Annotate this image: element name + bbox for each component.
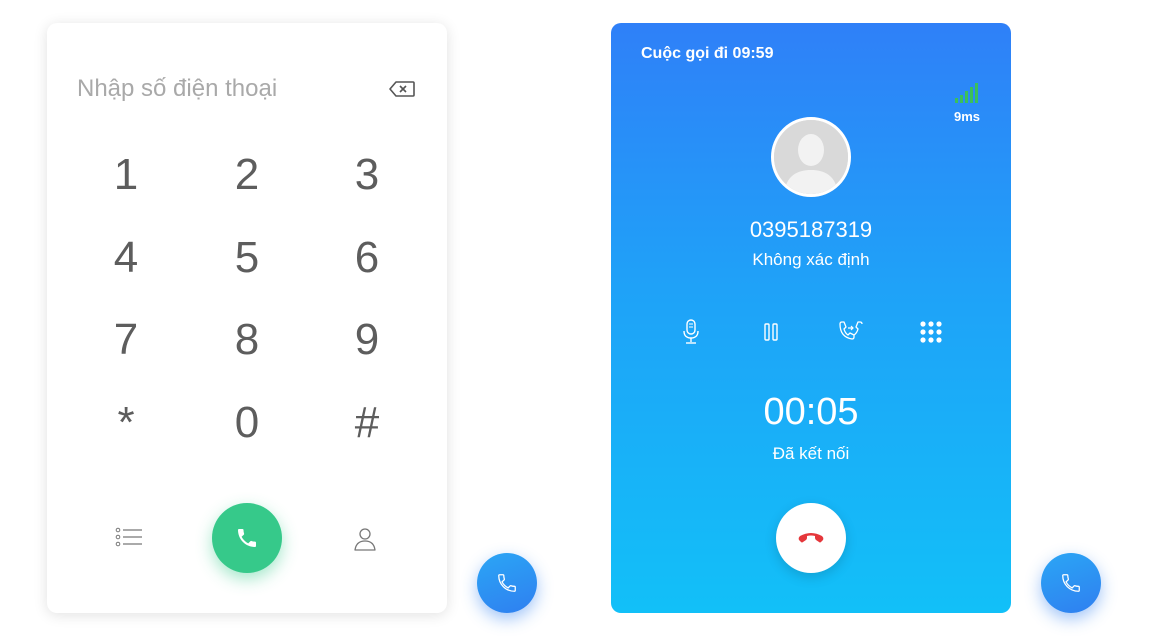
pause-icon[interactable] xyxy=(758,319,784,345)
phone-icon xyxy=(1062,574,1080,592)
caller-name: Không xác định xyxy=(752,250,870,269)
caller-number: 0395187319 xyxy=(749,217,873,242)
backspace-icon[interactable] xyxy=(387,78,417,100)
key-9[interactable]: 9 xyxy=(327,305,407,375)
hangup-button[interactable] xyxy=(776,503,846,573)
key-7[interactable]: 7 xyxy=(86,305,166,375)
dialer-actions xyxy=(47,503,447,573)
dialer-panel: 1 2 3 4 5 6 7 8 9 * 0 # xyxy=(47,23,447,613)
phone-icon xyxy=(498,574,516,592)
call-title: Cuộc gọi đi 09:59 xyxy=(641,45,774,62)
avatar xyxy=(771,117,851,197)
floating-call-button-right[interactable] xyxy=(1041,553,1101,613)
keypad-grid-icon[interactable] xyxy=(918,319,944,345)
user-avatar-icon xyxy=(774,120,848,194)
call-status: Đã kết nối xyxy=(772,444,850,463)
call-timer: 00:05 xyxy=(763,391,859,433)
call-button[interactable] xyxy=(212,503,282,573)
key-1[interactable]: 1 xyxy=(86,140,166,210)
signal-strength-icon xyxy=(954,81,982,103)
key-5[interactable]: 5 xyxy=(207,223,287,293)
floating-call-button-left[interactable] xyxy=(477,553,537,613)
key-4[interactable]: 4 xyxy=(86,223,166,293)
key-8[interactable]: 8 xyxy=(207,305,287,375)
phone-icon xyxy=(238,529,256,547)
active-call-panel: Cuộc gọi đi 09:59 9ms 0395187319 Không x… xyxy=(611,23,1011,613)
microphone-icon[interactable] xyxy=(678,319,704,345)
transfer-icon[interactable] xyxy=(838,319,864,345)
phone-number-input[interactable] xyxy=(77,73,337,105)
key-0[interactable]: 0 xyxy=(207,388,287,458)
key-2[interactable]: 2 xyxy=(207,140,287,210)
key-6[interactable]: 6 xyxy=(327,223,407,293)
key-3[interactable]: 3 xyxy=(327,140,407,210)
latency-label: 9ms xyxy=(953,109,981,124)
softphone-stage: 1 2 3 4 5 6 7 8 9 * 0 # xyxy=(0,0,1173,642)
key-hash[interactable]: # xyxy=(327,388,407,458)
list-icon[interactable] xyxy=(115,527,143,551)
user-icon[interactable] xyxy=(352,526,378,552)
key-star[interactable]: * xyxy=(86,388,166,458)
hangup-icon xyxy=(798,533,824,543)
